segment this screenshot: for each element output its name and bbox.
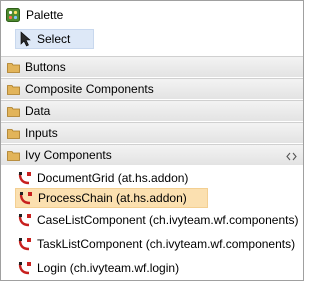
drawer-data[interactable]: Data	[1, 100, 303, 121]
folder-icon	[7, 128, 20, 139]
drawer-label: Data	[25, 104, 51, 118]
drawer-label: Buttons	[25, 60, 66, 74]
pointer-arrow-icon	[20, 31, 32, 47]
component-icon	[18, 261, 32, 275]
drawer-label: Composite Components	[25, 82, 154, 96]
folder-icon	[7, 150, 20, 161]
component-icon	[18, 213, 32, 227]
palette-entry-label: TaskListComponent (ch.ivyteam.wf.compone…	[37, 237, 296, 251]
component-icon	[18, 237, 32, 251]
palette-icon	[6, 7, 20, 22]
select-tool-label: Select	[37, 32, 71, 46]
component-icon	[18, 171, 32, 185]
select-tool[interactable]: Select	[15, 29, 94, 49]
drawer-composite-components[interactable]: Composite Components	[1, 78, 303, 99]
palette-entry[interactable]: Login (ch.ivyteam.wf.login)	[15, 258, 179, 278]
drawer-inputs[interactable]: Inputs	[1, 122, 303, 143]
palette-entry[interactable]: TaskListComponent (ch.ivyteam.wf.compone…	[15, 234, 295, 254]
palette-entry-selected[interactable]: ProcessChain (at.hs.addon)	[15, 188, 208, 208]
palette-entry-label: ProcessChain (at.hs.addon)	[38, 191, 187, 205]
palette-entry[interactable]: DocumentGrid (at.hs.addon)	[15, 168, 188, 188]
drawer-ivy-components[interactable]: Ivy Components	[1, 144, 303, 165]
component-icon	[19, 191, 33, 205]
drawer-label: Inputs	[25, 126, 58, 140]
drawer-label: Ivy Components	[25, 148, 112, 162]
folder-icon	[7, 62, 20, 73]
folder-icon	[7, 84, 20, 95]
palette-entry[interactable]: CaseListComponent (ch.ivyteam.wf.compone…	[15, 210, 298, 230]
palette-entry-label: Login (ch.ivyteam.wf.login)	[37, 261, 180, 275]
drawer-buttons[interactable]: Buttons	[1, 56, 303, 77]
pin-drawer-icon[interactable]	[286, 150, 297, 161]
palette-view: Palette Select Buttons Composite Compone…	[0, 0, 304, 281]
palette-title: Palette	[26, 7, 64, 22]
palette-entry-label: DocumentGrid (at.hs.addon)	[37, 171, 189, 185]
folder-icon	[7, 106, 20, 117]
palette-entry-label: CaseListComponent (ch.ivyteam.wf.compone…	[37, 213, 299, 227]
palette-titlebar: Palette	[1, 1, 303, 28]
